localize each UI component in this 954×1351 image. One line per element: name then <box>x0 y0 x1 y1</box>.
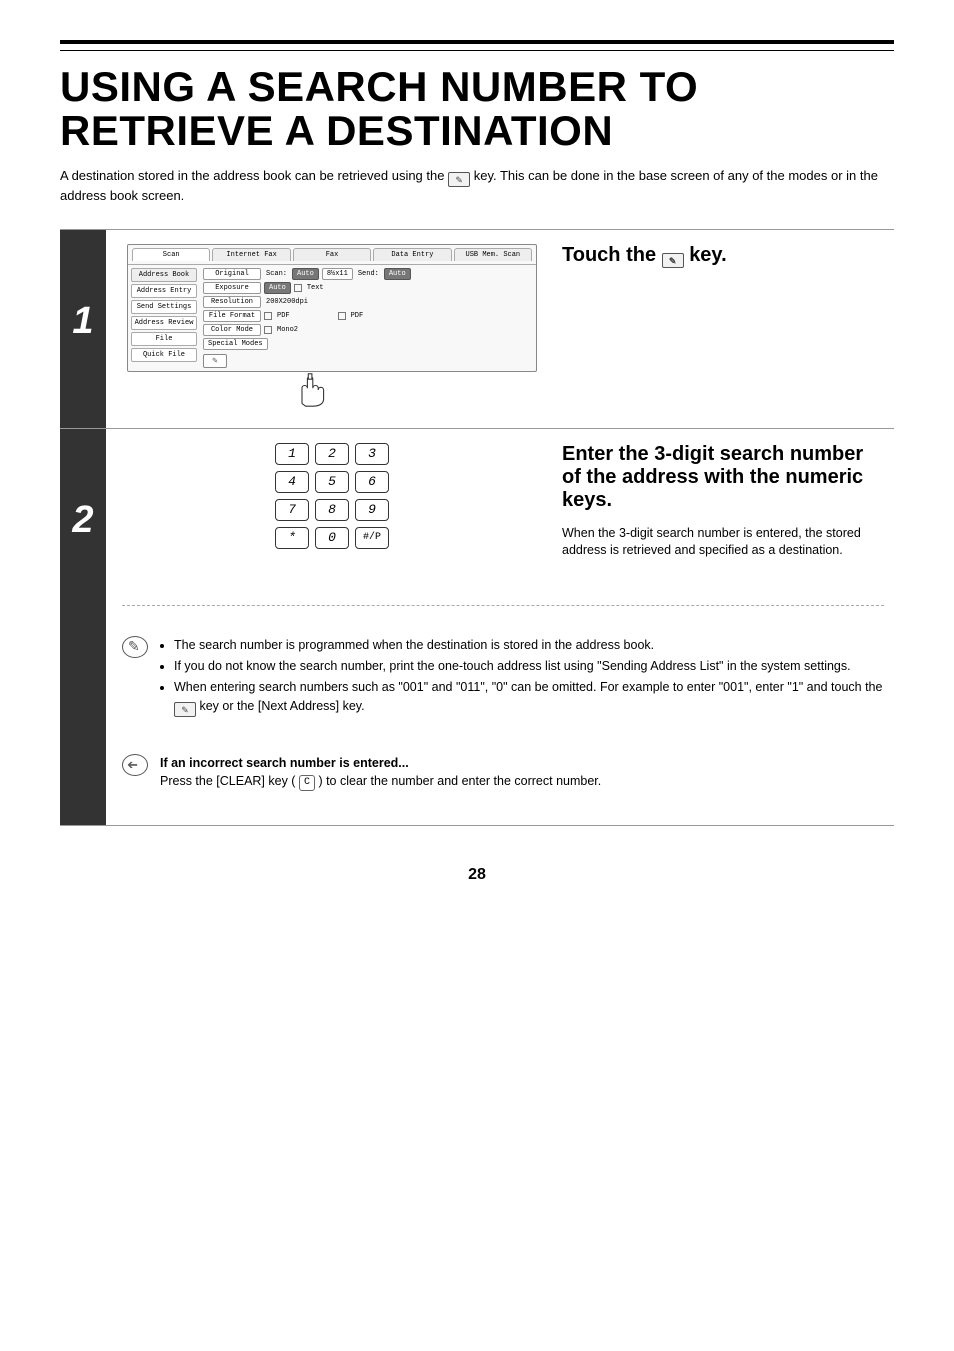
key-hash-p[interactable]: #/P <box>355 527 389 549</box>
step-2: 2 1 2 3 4 5 6 7 8 9 <box>60 429 894 826</box>
key-2[interactable]: 2 <box>315 443 349 465</box>
note-1: The search number is programmed when the… <box>174 636 884 654</box>
finger-pointer-icon <box>291 372 331 408</box>
page-title: USING A SEARCH NUMBER TO RETRIEVE A DEST… <box>60 65 894 153</box>
intro-paragraph: A destination stored in the address book… <box>60 167 894 205</box>
row-original-send: Send: <box>356 270 381 278</box>
sidebar-address-book[interactable]: Address Book <box>131 268 197 282</box>
key-0[interactable]: 0 <box>315 527 349 549</box>
key-6[interactable]: 6 <box>355 471 389 493</box>
row-original-auto2[interactable]: Auto <box>384 268 411 280</box>
row-original-auto1[interactable]: Auto <box>292 268 319 280</box>
row-fileformat-v2: PDF <box>349 312 366 320</box>
dashed-separator <box>122 605 884 606</box>
intro-before: A destination stored in the address book… <box>60 168 448 183</box>
rule-thin <box>60 50 894 51</box>
book-key-icon <box>448 172 470 187</box>
key-1[interactable]: 1 <box>275 443 309 465</box>
row-exposure-text: Text <box>305 284 326 292</box>
row-colormode-label[interactable]: Color Mode <box>203 324 261 336</box>
step2-body-text: When the 3-digit search number is entere… <box>562 525 884 559</box>
key-8[interactable]: 8 <box>315 499 349 521</box>
pdf-icon-1 <box>264 312 272 320</box>
tab-internet-fax[interactable]: Internet Fax <box>212 248 290 261</box>
row-resolution-label[interactable]: Resolution <box>203 296 261 308</box>
note-2: If you do not know the search number, pr… <box>174 657 884 675</box>
back-arrow-icon <box>122 754 148 776</box>
pencil-note-icon <box>122 636 148 658</box>
key-4[interactable]: 4 <box>275 471 309 493</box>
book-key-icon-3 <box>174 702 196 717</box>
tab-fax[interactable]: Fax <box>293 248 371 261</box>
row-original-label[interactable]: Original <box>203 268 261 280</box>
text-icon <box>294 284 302 292</box>
sidebar-file[interactable]: File <box>131 332 197 346</box>
note-3: When entering search numbers such as "00… <box>174 678 884 716</box>
book-key-icon-2 <box>662 253 684 268</box>
row-original-scan: Scan: <box>264 270 289 278</box>
row-colormode-v1: Mono2 <box>275 326 300 334</box>
step1-heading-before: Touch the <box>562 244 662 266</box>
key-7[interactable]: 7 <box>275 499 309 521</box>
warn-title: If an incorrect search number is entered… <box>160 756 409 770</box>
note-warning: If an incorrect search number is entered… <box>122 754 884 792</box>
sidebar-address-review[interactable]: Address Review <box>131 316 197 330</box>
step-1: 1 Scan Internet Fax Fax Data Entry USB M… <box>60 230 894 429</box>
key-3[interactable]: 3 <box>355 443 389 465</box>
step-number-2: 2 <box>60 429 106 825</box>
rule-thick <box>60 40 894 44</box>
note-tips: The search number is programmed when the… <box>122 636 884 719</box>
row-exposure-label[interactable]: Exposure <box>203 282 261 294</box>
row-specialmodes-label[interactable]: Special Modes <box>203 338 268 350</box>
row-fileformat-v1: PDF <box>275 312 292 320</box>
clear-key-icon: C <box>299 775 315 792</box>
warn-before: Press the [CLEAR] key ( <box>160 774 295 788</box>
sidebar-send-settings[interactable]: Send Settings <box>131 300 197 314</box>
key-star[interactable]: * <box>275 527 309 549</box>
row-original-size[interactable]: 8½x11 <box>322 268 353 280</box>
screen-tabs: Scan Internet Fax Fax Data Entry USB Mem… <box>128 245 536 264</box>
search-key-icon[interactable] <box>203 354 227 368</box>
tab-scan[interactable]: Scan <box>132 248 210 261</box>
row-resolution-value: 200X200dpi <box>264 298 310 306</box>
warn-after: ) to clear the number and enter the corr… <box>318 774 601 788</box>
key-5[interactable]: 5 <box>315 471 349 493</box>
tab-data-entry[interactable]: Data Entry <box>373 248 451 261</box>
step2-heading: Enter the 3-digit search number of the a… <box>562 443 884 512</box>
pdf-icon-2 <box>338 312 346 320</box>
step-number-1: 1 <box>60 230 106 428</box>
sidebar-address-entry[interactable]: Address Entry <box>131 284 197 298</box>
step1-heading-after: key. <box>689 244 726 266</box>
sidebar-quick-file[interactable]: Quick File <box>131 348 197 362</box>
key-9[interactable]: 9 <box>355 499 389 521</box>
row-exposure-auto[interactable]: Auto <box>264 282 291 294</box>
row-fileformat-label[interactable]: File Format <box>203 310 261 322</box>
tab-usb-mem-scan[interactable]: USB Mem. Scan <box>454 248 532 261</box>
device-screen: Scan Internet Fax Fax Data Entry USB Mem… <box>127 244 537 372</box>
step1-heading: Touch the key. <box>562 244 884 268</box>
numeric-keypad: 1 2 3 4 5 6 7 8 9 * 0 #/P <box>275 443 389 549</box>
page-number: 28 <box>60 866 894 884</box>
mono-icon <box>264 326 272 334</box>
